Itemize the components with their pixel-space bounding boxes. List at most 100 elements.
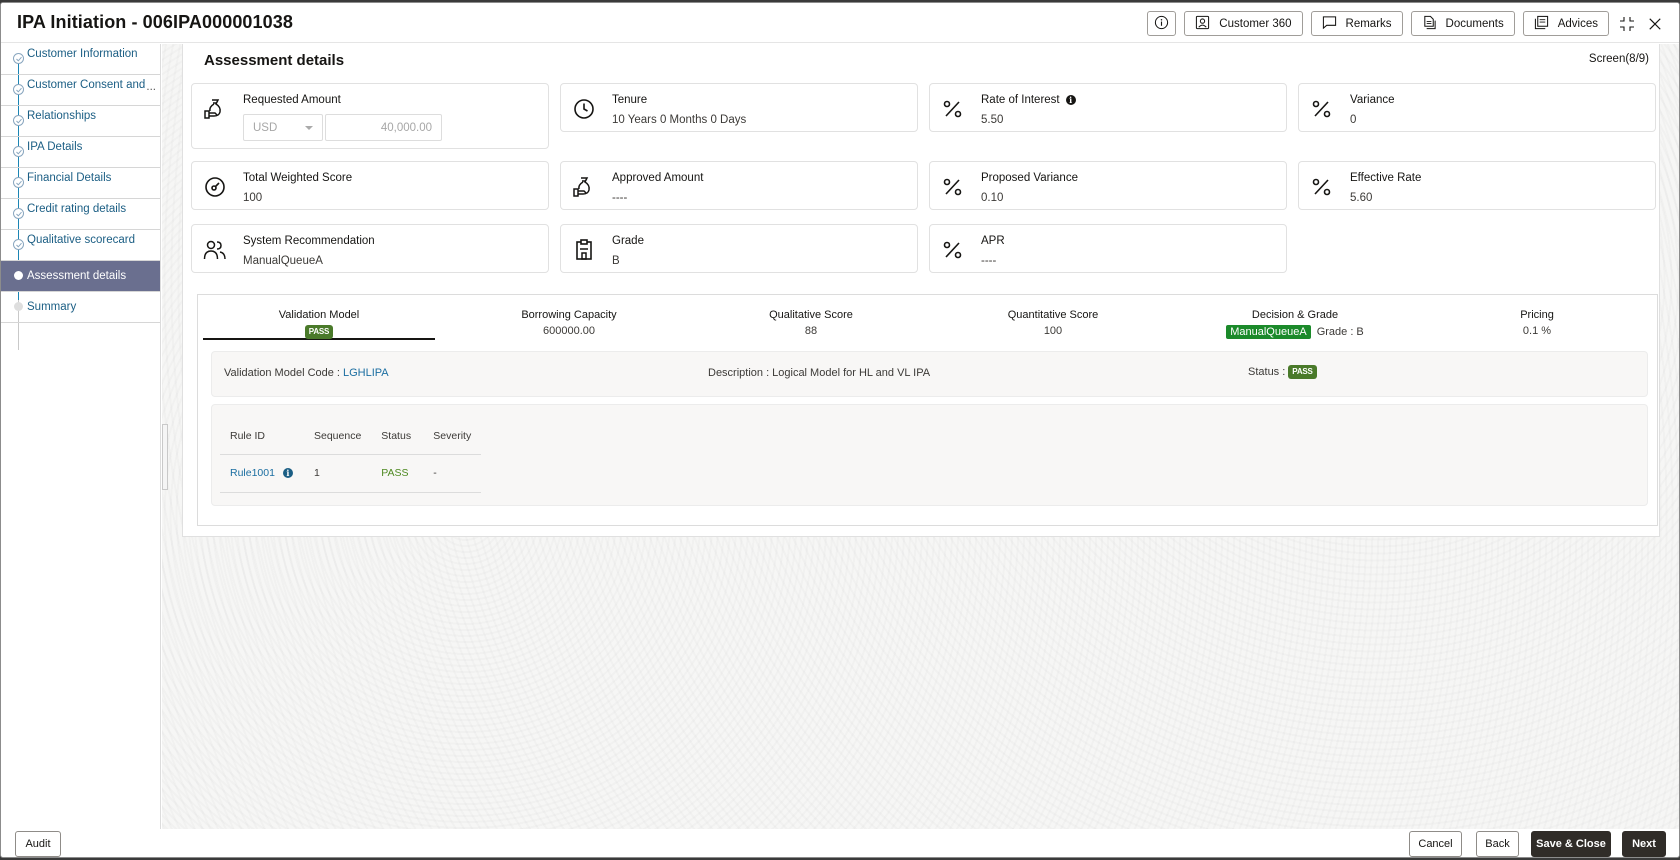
info-button[interactable] <box>1147 11 1177 36</box>
sidebar-resize-handle[interactable] <box>162 424 168 490</box>
percent-icon <box>1310 97 1334 121</box>
sidebar-item-qualitative-scorecard[interactable]: Qualitative scorecard <box>1 230 160 261</box>
cell-severity: - <box>423 454 482 493</box>
footer-bar: Audit Cancel Back Save & Close Next <box>1 829 1679 857</box>
tile-label: Total Weighted Score <box>243 172 353 184</box>
sidebar-item-label: IPA Details <box>27 141 83 153</box>
tile-label: Variance <box>1350 94 1395 106</box>
documents-icon <box>1422 15 1437 33</box>
tab-label: Pricing <box>1520 309 1554 321</box>
audit-button[interactable]: Audit <box>15 831 61 857</box>
column-header-status: Status <box>371 419 424 455</box>
tile-rate-of-interest: Rate of Interest i 5.50 <box>929 83 1287 132</box>
cell-sequence: 1 <box>304 454 372 493</box>
field-label: Validation Model Code : <box>224 367 340 379</box>
sidebar-item-assessment-details[interactable]: Assessment details <box>1 261 160 292</box>
sidebar-item-label: Relationships <box>27 110 97 122</box>
tile-system-recommendation: System Recommendation ManualQueueA <box>191 224 549 273</box>
cell-status: PASS <box>371 454 424 493</box>
cell-rule-id: Rule1001 i <box>220 454 304 493</box>
money-bag-hand-icon <box>203 97 227 121</box>
sidebar-item-ipa-details[interactable]: IPA Details <box>1 137 160 168</box>
validation-model-description: Description : Logical Model for HL and V… <box>708 367 930 379</box>
sidebar-item-financial-details[interactable]: Financial Details <box>1 168 160 199</box>
cancel-button[interactable]: Cancel <box>1409 831 1462 857</box>
tab-value: 88 <box>804 325 818 337</box>
tile-approved-amount: Approved Amount ---- <box>560 161 918 210</box>
sidebar-item-label: Summary <box>27 301 77 313</box>
tab-label: Quantitative Score <box>1007 309 1099 321</box>
chevron-down-icon <box>305 126 313 130</box>
sidebar-item-label: Financial Details <box>27 172 112 184</box>
validation-model-code: Validation Model Code : LGHLIPA <box>224 367 389 379</box>
field-label: Description : <box>708 367 770 379</box>
close-icon[interactable] <box>1645 14 1665 34</box>
save-close-button[interactable]: Save & Close <box>1531 831 1611 857</box>
tab-borrowing-capacity[interactable]: Borrowing Capacity 600000.00 <box>453 295 685 340</box>
check-circle-icon <box>13 208 24 219</box>
tile-value: ---- <box>612 192 628 204</box>
advices-button[interactable]: Advices <box>1522 11 1609 36</box>
percent-icon <box>1310 175 1334 199</box>
next-button[interactable]: Next <box>1622 831 1666 857</box>
clock-icon <box>572 97 596 121</box>
tile-label: System Recommendation <box>243 235 375 247</box>
window-header: IPA Initiation - 006IPA000001038 Custome… <box>1 3 1679 43</box>
money-bag-hand-icon <box>572 175 596 199</box>
gauge-icon <box>203 175 227 199</box>
sidebar-item-label: Assessment details <box>27 270 127 282</box>
requested-amount-input[interactable]: 40,000.00 <box>325 114 442 141</box>
header-actions: Customer 360 Remarks Documents Advices <box>1147 11 1665 36</box>
info-icon <box>1154 15 1169 33</box>
back-button[interactable]: Back <box>1476 831 1519 857</box>
pass-badge: PASS <box>304 325 334 339</box>
check-circle-icon <box>13 177 24 188</box>
tab-label: Qualitative Score <box>769 309 853 321</box>
percent-icon <box>941 175 965 199</box>
screen-indicator: Screen(8/9) <box>1588 53 1649 65</box>
tile-label: Rate of Interest i <box>981 94 1076 106</box>
sidebar-item-customer-information[interactable]: Customer Information <box>1 44 160 75</box>
tab-decision-grade[interactable]: Decision & Grade ManualQueueA Grade : B <box>1179 295 1411 340</box>
tile-grade: Grade B <box>560 224 918 273</box>
remarks-label: Remarks <box>1345 17 1392 30</box>
person-card-icon <box>1195 15 1210 33</box>
tab-validation-model[interactable]: Validation Model PASS <box>203 295 435 340</box>
remarks-button[interactable]: Remarks <box>1310 11 1403 36</box>
collapse-icon[interactable] <box>1617 14 1637 34</box>
rule-id-link[interactable]: Rule1001 <box>230 467 275 479</box>
sidebar-item-summary[interactable]: Summary <box>1 292 160 323</box>
customer-360-label: Customer 360 <box>1219 17 1292 30</box>
tile-variance: Variance 0 <box>1298 83 1656 132</box>
tab-qualitative-score[interactable]: Qualitative Score 88 <box>695 295 927 340</box>
sidebar-item-label: Customer Consent and <box>27 79 146 91</box>
rules-table: Rule ID Sequence Status Severity Rule100… <box>220 419 482 493</box>
tile-tenure: Tenure 10 Years 0 Months 0 Days <box>560 83 918 132</box>
info-icon[interactable]: i <box>282 468 293 478</box>
advices-icon <box>1534 15 1549 33</box>
check-circle-icon <box>13 115 24 126</box>
tile-value: ---- <box>981 255 997 267</box>
column-header-rule-id: Rule ID <box>220 419 304 455</box>
currency-select[interactable]: USD <box>243 114 323 141</box>
tile-proposed-variance: Proposed Variance 0.10 <box>929 161 1287 210</box>
info-icon[interactable]: i <box>1065 95 1076 105</box>
rules-container: Rule ID Sequence Status Severity Rule100… <box>211 404 1648 506</box>
sidebar-item-credit-rating-details[interactable]: Credit rating details <box>1 199 160 230</box>
percent-icon <box>941 97 965 121</box>
customer-360-button[interactable]: Customer 360 <box>1184 11 1303 36</box>
tile-label: Effective Rate <box>1350 172 1422 184</box>
documents-button[interactable]: Documents <box>1410 11 1515 36</box>
assessment-tabs: Validation Model PASS Borrowing Capacity… <box>198 295 1657 345</box>
pass-badge: PASS <box>1288 365 1317 379</box>
tab-pricing[interactable]: Pricing 0.1 % <box>1421 295 1653 340</box>
validation-model-status: Status : PASS <box>1248 365 1317 379</box>
sidebar-item-customer-consent[interactable]: Customer Consent and ... <box>1 75 160 106</box>
main-content: Assessment details Screen(8/9) Requested… <box>162 44 1679 829</box>
tile-label: Requested Amount <box>243 94 341 106</box>
sidebar-item-relationships[interactable]: Relationships <box>1 106 160 137</box>
percent-icon <box>941 238 965 262</box>
tab-quantitative-score[interactable]: Quantitative Score 100 <box>937 295 1169 340</box>
speech-bubble-icon <box>1322 15 1337 33</box>
validation-model-code-link[interactable]: LGHLIPA <box>343 367 389 379</box>
